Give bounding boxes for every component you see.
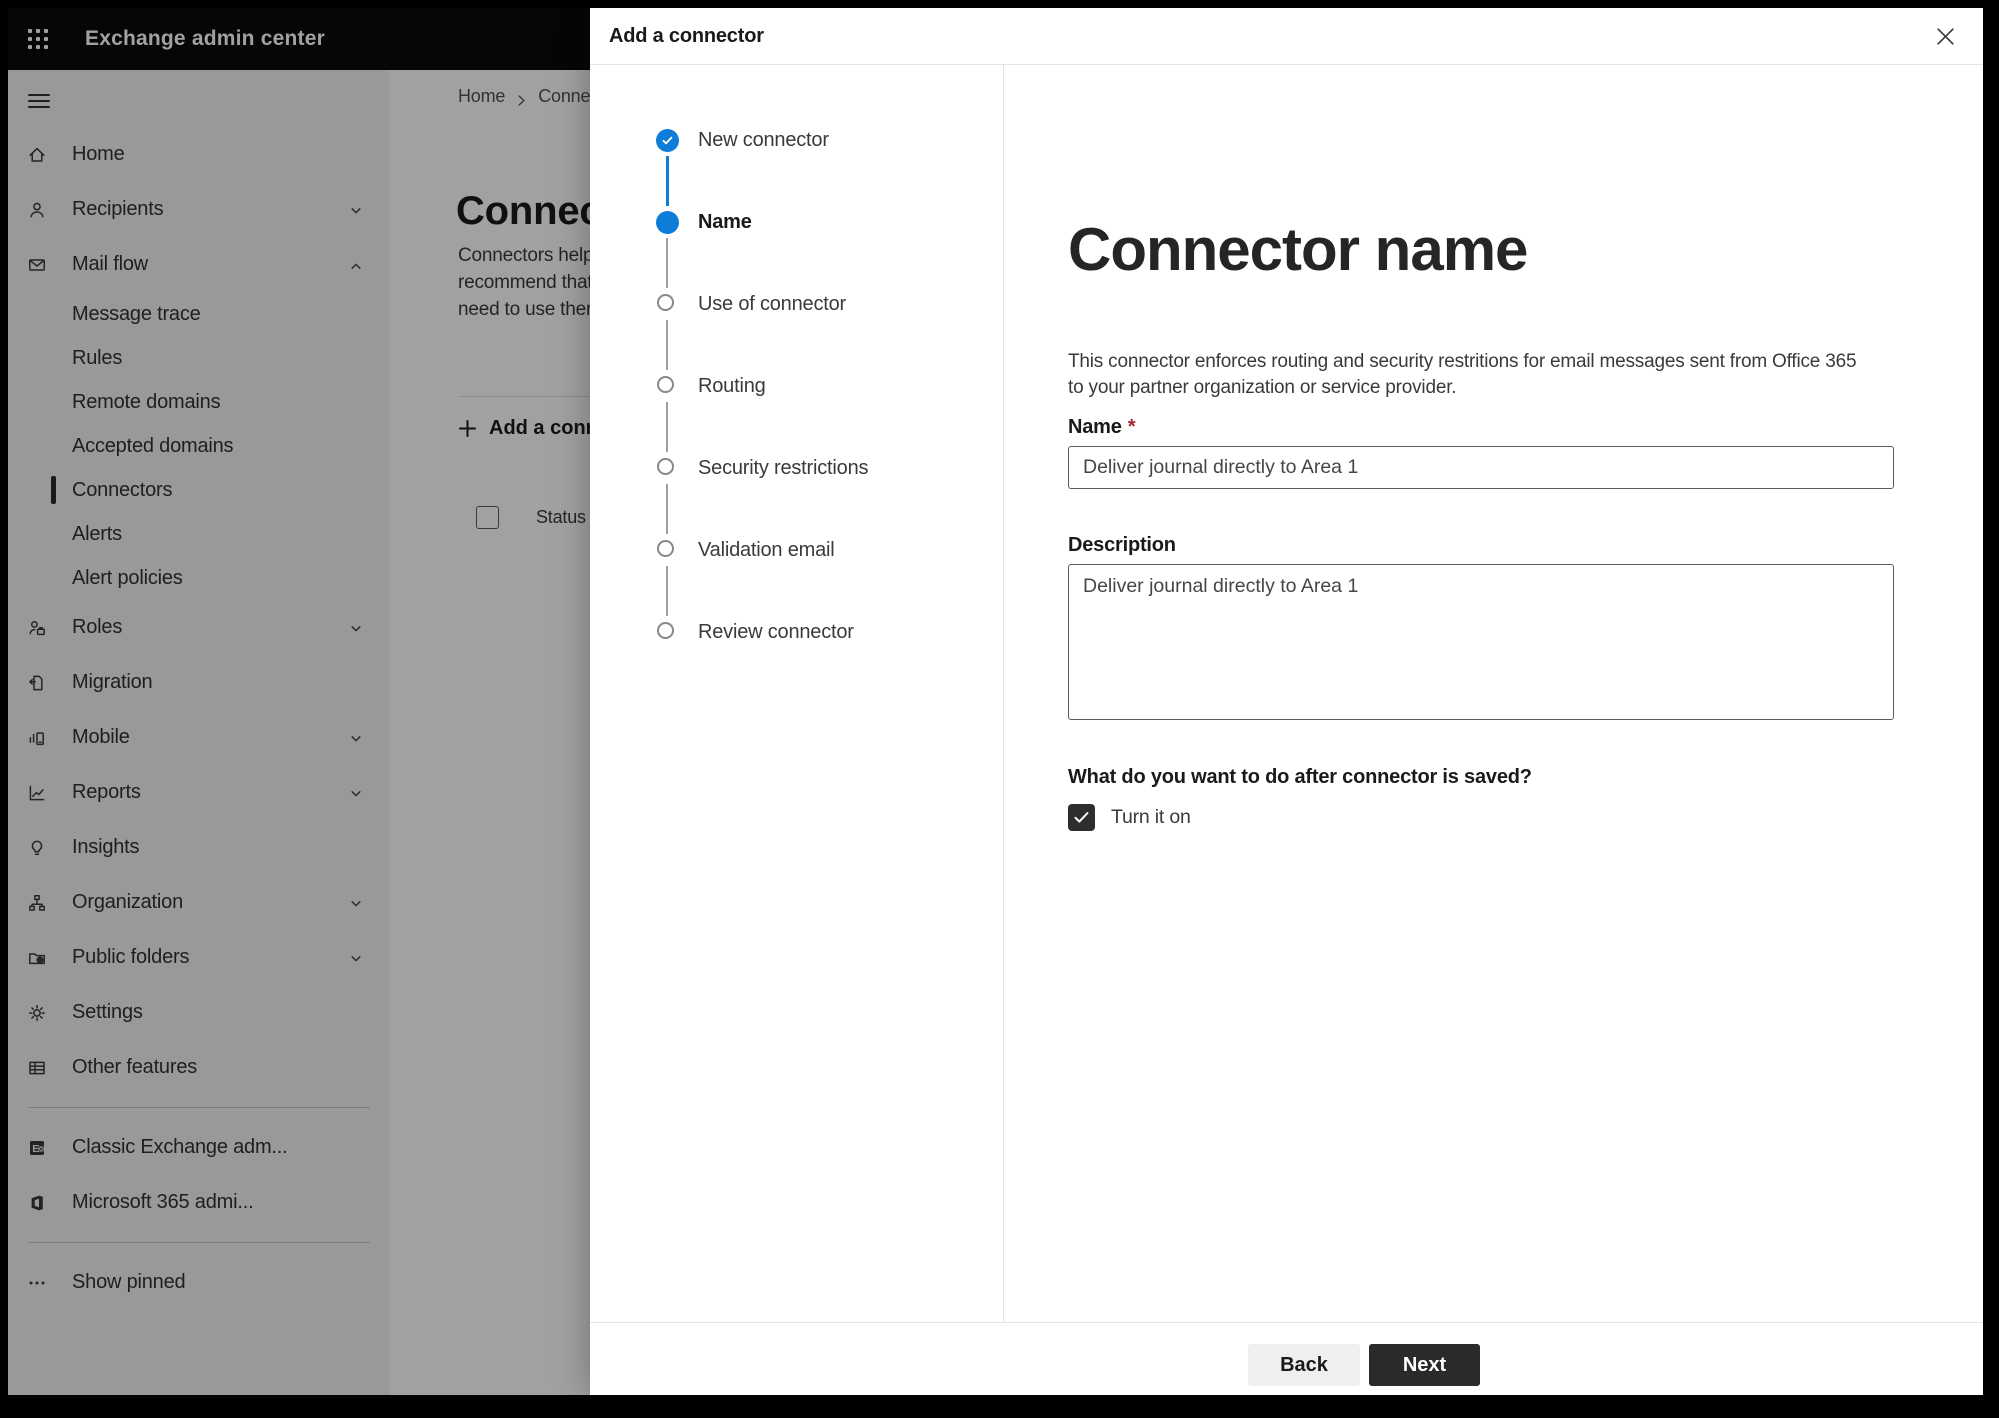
step-todo-icon[interactable] bbox=[656, 539, 674, 557]
step-connector-line bbox=[666, 238, 668, 288]
close-button[interactable] bbox=[1925, 16, 1965, 56]
check-icon bbox=[661, 136, 672, 144]
next-button[interactable]: Next bbox=[1369, 1344, 1480, 1386]
step-complete-icon[interactable] bbox=[655, 128, 679, 152]
step-current-icon[interactable] bbox=[655, 210, 679, 234]
content-heading: Connector name bbox=[1068, 216, 1528, 284]
dialog-header: Add a connector bbox=[590, 8, 1983, 65]
step-connector-line bbox=[666, 320, 668, 370]
wizard-step-new-connector[interactable]: New connector bbox=[698, 126, 829, 154]
connector-name-input[interactable] bbox=[1068, 446, 1894, 489]
content-description: This connector enforces routing and secu… bbox=[1068, 351, 1857, 398]
description-field-label: Description bbox=[1068, 534, 1176, 556]
step-connector-line bbox=[665, 156, 669, 206]
step-todo-icon[interactable] bbox=[656, 375, 674, 393]
wizard-step-review-connector[interactable]: Review connector bbox=[698, 618, 854, 646]
wizard-step-use-of-connector[interactable]: Use of connector bbox=[698, 290, 846, 318]
wizard-step-security-restrictions[interactable]: Security restrictions bbox=[698, 454, 868, 482]
wizard-step-routing[interactable]: Routing bbox=[698, 372, 766, 400]
after-save-question: What do you want to do after connector i… bbox=[1068, 766, 1532, 788]
wizard-step-validation-email[interactable]: Validation email bbox=[698, 536, 835, 564]
wizard-steps: New connector Name Use of connector Routing… bbox=[590, 65, 1004, 1322]
screenshot-frame: Exchange admin center Home Recipients Mail… bbox=[0, 0, 1999, 1418]
add-connector-dialog: Add a connector New connector Name Use of … bbox=[590, 8, 1983, 1395]
step-connector-line bbox=[666, 566, 668, 616]
footer-divider bbox=[590, 1322, 1983, 1323]
wizard-step-name[interactable]: Name bbox=[698, 208, 752, 236]
step-todo-icon[interactable] bbox=[656, 457, 674, 475]
close-icon bbox=[1936, 27, 1954, 45]
step-todo-icon[interactable] bbox=[656, 293, 674, 311]
name-field-label: Name * bbox=[1068, 416, 1136, 438]
step-todo-icon[interactable] bbox=[656, 621, 674, 639]
step-connector-line bbox=[666, 484, 668, 534]
required-asterisk: * bbox=[1127, 416, 1136, 438]
connector-description-textarea[interactable]: Deliver journal directly to Area 1 bbox=[1068, 564, 1894, 720]
step-connector-line bbox=[666, 402, 668, 452]
dialog-title: Add a connector bbox=[609, 25, 764, 47]
turn-it-on-checkbox-row[interactable]: Turn it on bbox=[1068, 804, 1191, 831]
turn-it-on-label: Turn it on bbox=[1111, 806, 1191, 828]
checkbox-checked-icon[interactable] bbox=[1068, 804, 1095, 831]
back-button[interactable]: Back bbox=[1248, 1344, 1360, 1386]
